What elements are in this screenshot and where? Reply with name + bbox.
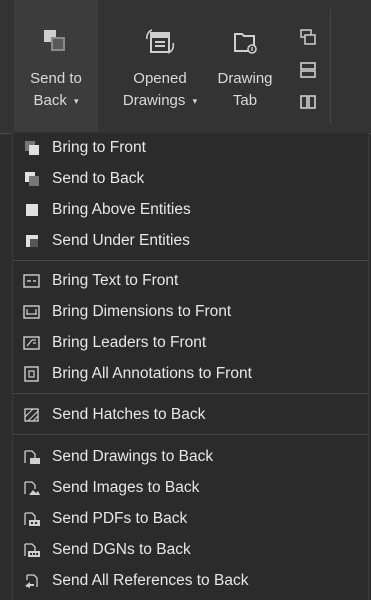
menu-item-send-hatches-to-back[interactable]: Send Hatches to Back (13, 400, 368, 430)
menu-item-send-under-entities[interactable]: Send Under Entities (13, 226, 368, 256)
opened-drawings-icon (140, 22, 180, 62)
window-arrange-group (288, 0, 328, 132)
images-to-back-icon (21, 479, 43, 497)
tile-horizontal-button[interactable] (288, 56, 328, 84)
send-under-entities-icon (21, 232, 43, 250)
pdfs-to-back-icon (21, 510, 43, 528)
send-to-back-icon (36, 22, 76, 62)
menu-divider (13, 434, 368, 435)
send-to-back-label-line1: Send to (30, 70, 82, 87)
send-to-back-dropdown-menu: Bring to Front Send to Back Bring Above … (12, 133, 369, 600)
text-to-front-icon (21, 272, 43, 290)
hatches-to-back-icon (21, 406, 43, 424)
drawing-tab-label-line1: Drawing (217, 70, 273, 87)
app-window: Send to Back ▾ Opened Drawings ▾ Drawing… (0, 0, 371, 600)
menu-item-send-all-references-to-back[interactable]: Send All References to Back (13, 566, 368, 596)
menu-item-bring-dimensions-to-front[interactable]: Bring Dimensions to Front (13, 297, 368, 327)
leaders-to-front-icon (21, 334, 43, 352)
menu-item-label: Send DGNs to Back (52, 541, 191, 558)
opened-drawings-button[interactable]: Opened Drawings ▾ (112, 0, 208, 132)
cascade-windows-icon (300, 29, 316, 45)
menu-item-label: Send Images to Back (52, 479, 200, 496)
dgns-to-back-icon (21, 541, 43, 559)
bring-above-entities-icon (21, 201, 43, 219)
tile-vertical-icon (300, 95, 316, 109)
drawing-tab-icon (225, 22, 265, 62)
menu-item-bring-text-to-front[interactable]: Bring Text to Front (13, 266, 368, 296)
tile-vertical-button[interactable] (288, 88, 328, 116)
send-to-back-split-button[interactable]: Send to Back ▾ (14, 0, 98, 132)
send-to-back-dropdown-icon[interactable]: ▾ (74, 96, 79, 106)
menu-item-label: Bring Text to Front (52, 272, 179, 289)
ribbon-panel: Send to Back ▾ Opened Drawings ▾ Drawing… (0, 0, 371, 134)
menu-item-bring-leaders-to-front[interactable]: Bring Leaders to Front (13, 328, 368, 358)
menu-item-send-dgns-to-back[interactable]: Send DGNs to Back (13, 535, 368, 565)
menu-item-label: Bring All Annotations to Front (52, 365, 252, 382)
menu-divider (13, 393, 368, 394)
menu-item-bring-above-entities[interactable]: Bring Above Entities (13, 195, 368, 225)
menu-divider (13, 260, 368, 261)
menu-item-label: Send Drawings to Back (52, 448, 214, 465)
menu-item-label: Send Under Entities (52, 232, 190, 249)
ribbon-separator (330, 10, 331, 124)
dimensions-to-front-icon (21, 303, 43, 321)
menu-item-label: Send PDFs to Back (52, 510, 188, 527)
opened-drawings-dropdown-icon[interactable]: ▾ (193, 96, 198, 106)
send-to-back-icon (21, 170, 43, 188)
send-to-back-label-line2: Back (33, 92, 67, 109)
menu-item-label: Send All References to Back (52, 572, 249, 589)
menu-item-send-drawings-to-back[interactable]: Send Drawings to Back (13, 442, 368, 472)
drawing-tab-label-line2: Tab (232, 92, 258, 109)
menu-item-send-images-to-back[interactable]: Send Images to Back (13, 473, 368, 503)
menu-item-send-pdfs-to-back[interactable]: Send PDFs to Back (13, 504, 368, 534)
menu-item-send-to-back[interactable]: Send to Back (13, 164, 368, 194)
menu-item-label: Bring Dimensions to Front (52, 303, 232, 320)
cascade-windows-button[interactable] (288, 24, 328, 52)
menu-item-label: Bring Leaders to Front (52, 334, 207, 351)
tile-horizontal-icon (300, 62, 316, 78)
drawings-to-back-icon (21, 448, 43, 466)
references-to-back-icon (21, 572, 43, 590)
bring-to-front-icon (21, 139, 43, 157)
menu-item-bring-all-annotations-to-front[interactable]: Bring All Annotations to Front (13, 359, 368, 389)
menu-item-label: Send to Back (52, 170, 145, 187)
annotations-to-front-icon (21, 365, 43, 383)
drawing-tab-button[interactable]: Drawing Tab (208, 0, 282, 132)
menu-item-label: Bring Above Entities (52, 201, 191, 218)
opened-drawings-label-line1: Opened (133, 70, 187, 87)
menu-item-label: Send Hatches to Back (52, 406, 206, 423)
opened-drawings-label-line2: Drawings (122, 92, 186, 109)
menu-item-label: Bring to Front (52, 139, 146, 156)
menu-item-bring-to-front[interactable]: Bring to Front (13, 133, 368, 163)
